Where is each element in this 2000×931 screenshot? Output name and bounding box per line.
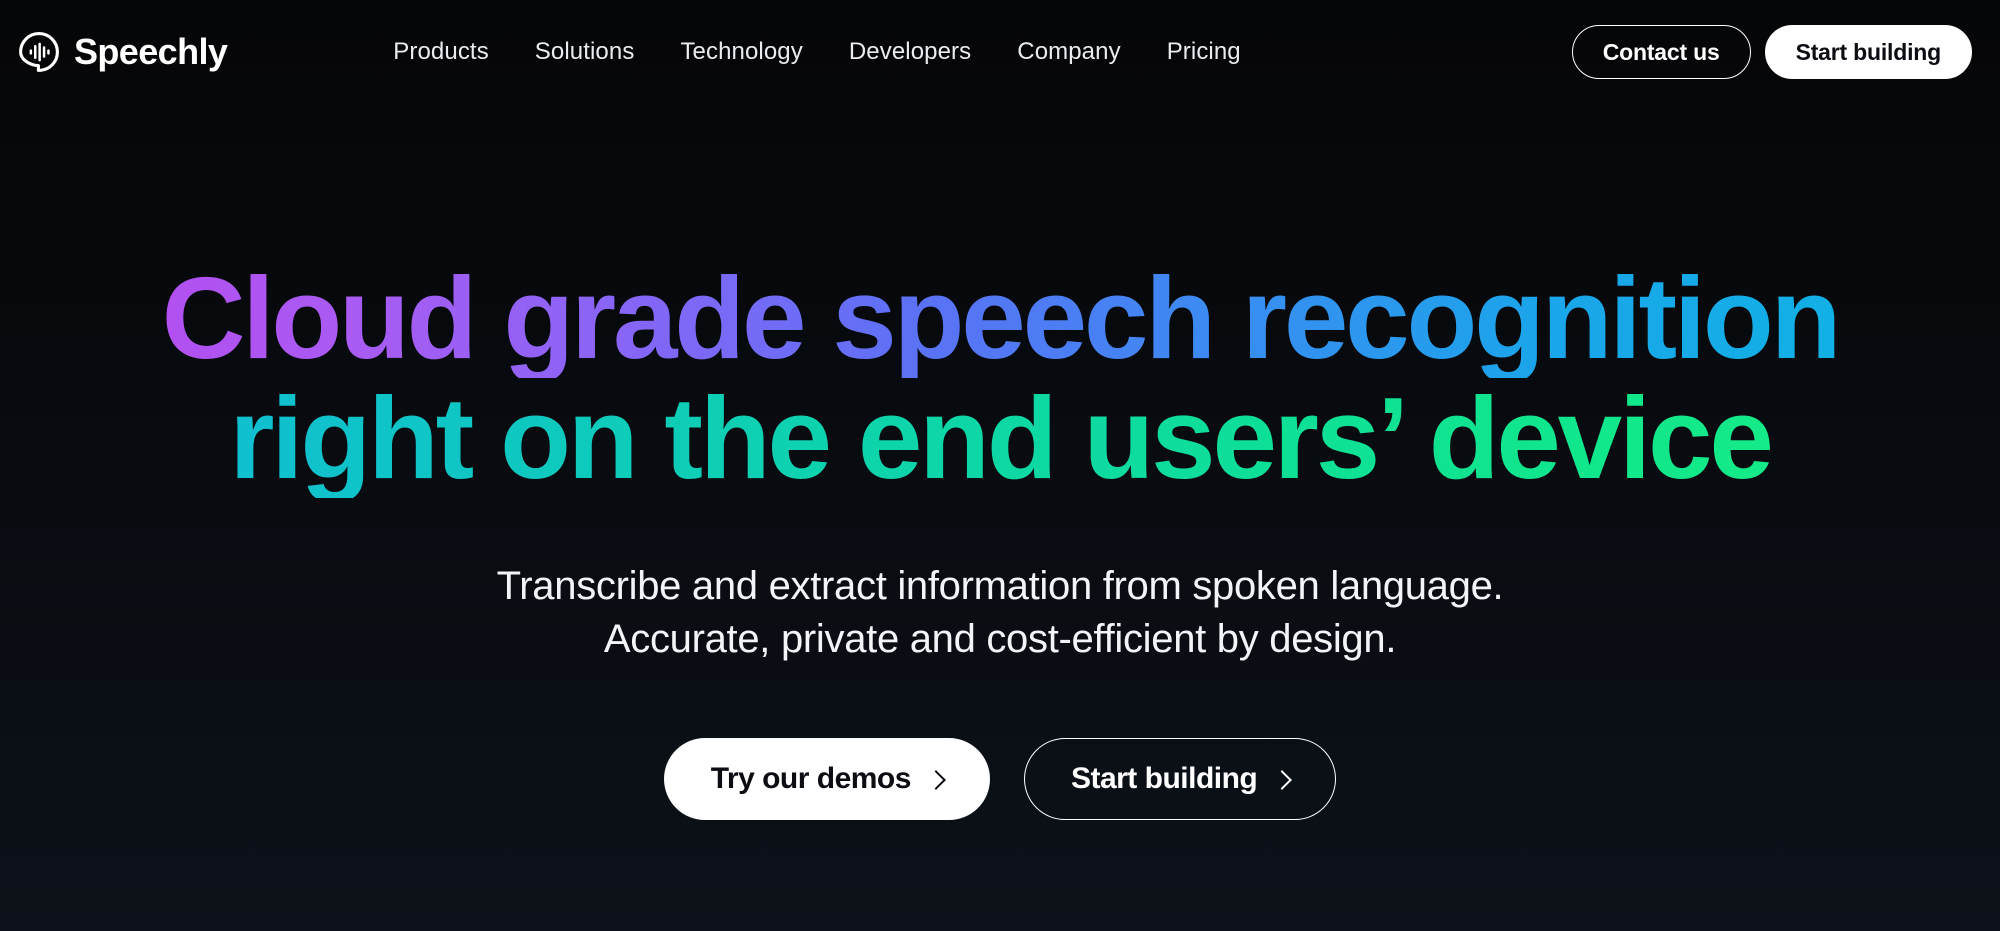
- nav-link-developers[interactable]: Developers: [849, 38, 971, 65]
- nav-link-pricing[interactable]: Pricing: [1167, 38, 1241, 65]
- speech-bubble-waveform-icon: [18, 31, 60, 73]
- hero-headline-line-2: right on the end users’ device: [100, 378, 1900, 498]
- chevron-right-icon: [926, 770, 946, 791]
- nav-link-technology[interactable]: Technology: [680, 38, 802, 65]
- nav-item-technology: Technology: [680, 40, 802, 64]
- start-building-hero-button[interactable]: Start building: [1023, 738, 1337, 821]
- brand-name: Speechly: [74, 31, 228, 72]
- nav-action-buttons: Contact us Start building: [1571, 25, 1972, 79]
- nav-link-solutions[interactable]: Solutions: [535, 38, 635, 65]
- top-navigation-bar: Speechly Products Solutions Technology D…: [0, 0, 2000, 104]
- hero-headline-line-1: Cloud grade speech recognition: [100, 258, 1900, 378]
- hero-subheadline: Transcribe and extract information from …: [0, 560, 2000, 666]
- nav-link-list: Products Solutions Technology Developers…: [393, 40, 1240, 64]
- try-our-demos-button[interactable]: Try our demos: [663, 738, 990, 821]
- nav-item-pricing: Pricing: [1167, 40, 1241, 64]
- nav-item-solutions: Solutions: [535, 40, 635, 64]
- hero-subheadline-line-2: Accurate, private and cost-efficient by …: [603, 617, 1397, 662]
- nav-item-company: Company: [1017, 40, 1120, 64]
- start-building-hero-label: Start building: [1070, 762, 1258, 796]
- primary-nav: Products Solutions Technology Developers…: [227, 40, 1240, 64]
- hero-subheadline-line-1: Transcribe and extract information from …: [496, 564, 1504, 608]
- nav-link-products[interactable]: Products: [393, 38, 489, 65]
- try-our-demos-label: Try our demos: [710, 762, 912, 796]
- contact-us-button[interactable]: Contact us: [1571, 25, 1751, 79]
- hero-headline: Cloud grade speech recognition right on …: [100, 258, 1900, 498]
- brand-logo-link[interactable]: Speechly: [18, 31, 228, 73]
- hero-section: Cloud grade speech recognition right on …: [0, 104, 2000, 821]
- nav-item-products: Products: [393, 40, 489, 64]
- chevron-right-icon: [1272, 770, 1293, 791]
- nav-item-developers: Developers: [849, 40, 971, 64]
- nav-link-company[interactable]: Company: [1017, 38, 1120, 65]
- start-building-nav-button[interactable]: Start building: [1764, 25, 1972, 79]
- hero-cta-row: Try our demos Start building: [0, 738, 2000, 821]
